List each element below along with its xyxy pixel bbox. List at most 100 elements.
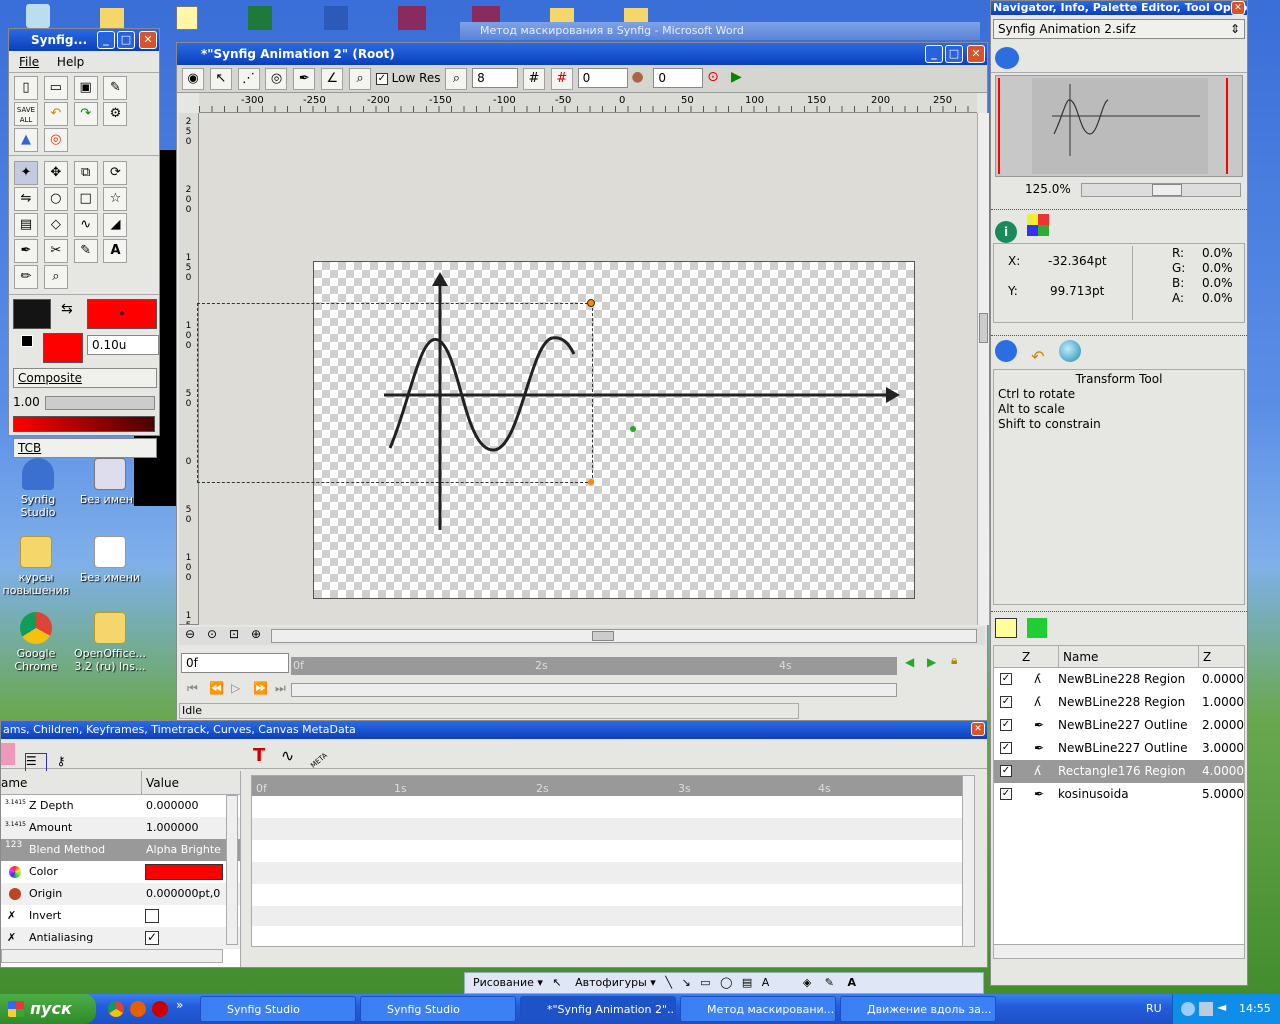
close-button[interactable]: ✕ [1231, 1, 1245, 15]
minimize-button[interactable]: _ [97, 31, 115, 49]
mirror-tool-button[interactable]: ⇋ [14, 187, 38, 211]
close-button[interactable]: ✕ [971, 722, 985, 736]
params-col-value[interactable]: Value [141, 771, 179, 795]
param-row[interactable]: 3.1415 Amount 1.000000 [1, 817, 240, 839]
menu-help[interactable]: Help [57, 55, 84, 69]
param-row[interactable]: ✗ Invert [1, 905, 240, 927]
param-row[interactable]: Origin 0.000000pt,0 [1, 883, 240, 905]
params-vertical-scrollbar[interactable] [226, 795, 238, 945]
gradient-tool-button[interactable]: ▤ [14, 213, 38, 237]
low-res-toggle[interactable]: ✓ Low Res [375, 71, 441, 85]
zoom-icon[interactable]: ⌕ [445, 68, 468, 90]
recycle-icon[interactable] [26, 4, 50, 28]
layer-visibility-checkbox[interactable]: ✓ [1000, 765, 1012, 777]
synfig-logo-button[interactable]: ▲ [14, 128, 38, 152]
background-word-window[interactable]: Метод маскирования в Synfig - Microsoft … [460, 22, 980, 40]
zoom-fit-icon[interactable]: ⊡ [229, 627, 239, 641]
play-button[interactable]: ▶ [731, 69, 751, 85]
play-icon[interactable]: ▷ [231, 681, 240, 695]
default-colors-icon[interactable] [21, 335, 33, 347]
zoom-out-icon[interactable]: ⊖ [185, 627, 195, 641]
zoom-tool-button[interactable]: ⌕ [43, 265, 68, 289]
layer-row-selected[interactable]: ✓ ʎ Rectangle176 Region 4.00000 [994, 760, 1244, 783]
circle-tool-button[interactable]: ○ [43, 187, 68, 211]
onion-past-field[interactable]: 0 [577, 68, 628, 88]
tool-options-tab-icon[interactable] [995, 340, 1017, 362]
zoom-100-icon[interactable]: ⊙ [207, 627, 217, 641]
scale-tool-button[interactable]: ⧉ [73, 161, 98, 185]
layer-visibility-checkbox[interactable]: ✓ [1000, 719, 1012, 731]
tangent-ducks-button[interactable]: ⋰ [237, 68, 260, 90]
notepad-icon[interactable] [176, 6, 198, 30]
textbox-icon[interactable]: ▤ [742, 976, 752, 989]
curves-tab-icon[interactable]: ∿ [281, 746, 305, 765]
new-file-button[interactable]: ▯ [14, 76, 38, 100]
start-button[interactable]: пуск [0, 994, 96, 1024]
interpolation-select[interactable]: TCB [13, 438, 157, 458]
timetrack-area[interactable]: 0f 1s 2s 3s 4s [251, 775, 975, 947]
line-icon[interactable]: ╲ [665, 976, 672, 989]
language-indicator[interactable]: RU [1146, 1002, 1162, 1015]
origin-duck[interactable] [630, 426, 636, 432]
param-row[interactable]: 3.1415 Z Depth 0.000000 [1, 795, 240, 817]
desktop-icon-courses[interactable]: курсы повышения [0, 536, 72, 597]
params-titlebar[interactable]: ams, Children, Keyframes, Timetrack, Cur… [1, 721, 987, 739]
palette-tab-icon[interactable] [1026, 214, 1049, 236]
blend-method-select[interactable]: Composite [13, 368, 157, 388]
params-horizontal-scrollbar[interactable] [1, 949, 223, 963]
menu-file[interactable]: File [19, 55, 39, 69]
vertical-ruler[interactable]: 2 5 0 2 0 0 1 5 0 1 0 0 5 0 0 5 0 1 0 0 … [179, 113, 199, 625]
transform-tool-button[interactable]: ✦ [14, 161, 38, 185]
desktop-icon-chrome[interactable]: Google Chrome [0, 612, 72, 673]
show-grid-button[interactable]: # [523, 68, 545, 90]
layers-col-z2[interactable]: Z [1198, 646, 1211, 668]
desktop-icon-noname2[interactable]: Без имени [74, 536, 146, 584]
horizontal-scrollbar[interactable] [271, 629, 977, 643]
onion-skin-icon[interactable]: ● [631, 69, 649, 85]
time-slider[interactable]: 0f 2s 4s [291, 657, 897, 675]
antialiasing-checkbox[interactable]: ✓ [145, 931, 159, 945]
fill-color-swatch[interactable]: • [87, 299, 157, 329]
navigator-preview[interactable] [995, 75, 1243, 177]
select-objects-icon[interactable]: ↖ [552, 976, 561, 989]
help-button[interactable]: ◎ [43, 128, 68, 152]
canvas-browser-tab-icon[interactable] [1058, 340, 1081, 362]
info-tab-icon[interactable]: i [995, 221, 1017, 243]
layers-tab-icon[interactable] [995, 618, 1017, 638]
snap-grid-button[interactable]: # [550, 68, 573, 90]
layer-row[interactable]: ✓ ✒ NewBLine227 Outline 3.00000 [994, 737, 1244, 760]
minimize-button[interactable]: _ [925, 45, 943, 63]
excel-icon[interactable] [248, 6, 272, 30]
rotate-tool-button[interactable]: ⟳ [103, 161, 128, 185]
task-button-synfig-2[interactable]: Synfig Studio [360, 996, 516, 1022]
save-button[interactable]: ▣ [73, 76, 98, 100]
param-row[interactable]: Color [1, 861, 240, 883]
seek-prev-icon[interactable]: ⏪ [209, 681, 224, 695]
sketch-tool-button[interactable]: ✏ [14, 265, 38, 289]
layer-row[interactable]: ✓ ʎ NewBLine228 Region 0.00000 [994, 668, 1244, 691]
amount-slider[interactable] [45, 396, 155, 410]
chevron-right-icon[interactable]: » [176, 998, 183, 1012]
fill-tool-button[interactable]: ◢ [103, 213, 128, 237]
params-col-name[interactable]: ame [1, 771, 27, 795]
layer-visibility-checkbox[interactable]: ✓ [1000, 742, 1012, 754]
library-tab-icon[interactable] [1026, 618, 1047, 638]
winrar-icon[interactable] [398, 6, 426, 30]
oval-icon[interactable]: ◯ [720, 976, 732, 989]
width-ducks-button[interactable]: ✒ [293, 68, 316, 90]
layers-col-name[interactable]: Name [1058, 646, 1098, 668]
current-time-field[interactable]: 0f [181, 653, 289, 673]
position-ducks-button[interactable]: ↖ [209, 68, 232, 90]
close-button[interactable]: ✕ [967, 45, 985, 63]
timetrack-vertical-scrollbar[interactable] [962, 776, 974, 946]
folder-icon[interactable] [100, 8, 124, 28]
history-tab-icon[interactable]: ↶ [1027, 347, 1049, 369]
maximize-button[interactable]: □ [945, 45, 963, 63]
param-color-swatch[interactable] [145, 864, 223, 880]
undo-button[interactable]: ↶ [43, 102, 68, 126]
layer-visibility-checkbox[interactable]: ✓ [1000, 696, 1012, 708]
network-icon[interactable] [1199, 1002, 1213, 1016]
canvas-titlebar[interactable]: *"Synfig Animation 2" (Root) _ □ ✕ [177, 43, 987, 65]
selection-box[interactable] [197, 303, 593, 483]
save-as-button[interactable]: ✎ [103, 76, 128, 100]
